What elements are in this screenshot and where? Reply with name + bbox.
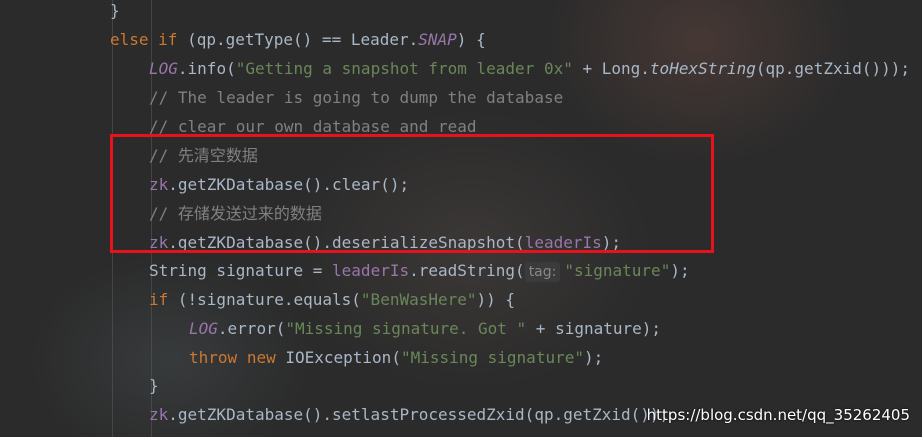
code-line-13: throw new IOException("Missing signature…: [189, 348, 604, 367]
code-editor[interactable]: } else if (qp.getType() == Leader.SNAP) …: [0, 0, 922, 437]
code-line-1: }: [110, 1, 120, 20]
parameter-hint: tag:: [524, 262, 561, 282]
highlight-box: [110, 134, 714, 253]
code-line-11: if (!signature.equals("BenWasHere")) {: [149, 290, 516, 309]
code-line-3: LOG.info("Getting a snapshot from leader…: [149, 59, 911, 78]
code-line-10: String signature = leaderIs.readString(t…: [149, 261, 690, 282]
code-line-2: else if (qp.getType() == Leader.SNAP) {: [110, 30, 486, 49]
code-line-14: }: [149, 376, 159, 395]
code-line-15: zk.getZKDatabase().setlastProcessedZxid(…: [149, 405, 670, 424]
code-line-4: // The leader is going to dump the datab…: [149, 88, 564, 107]
code-line-12: LOG.error("Missing signature. Got " + si…: [189, 319, 662, 338]
watermark: https://blog.csdn.net/qq_35262405: [646, 406, 910, 424]
